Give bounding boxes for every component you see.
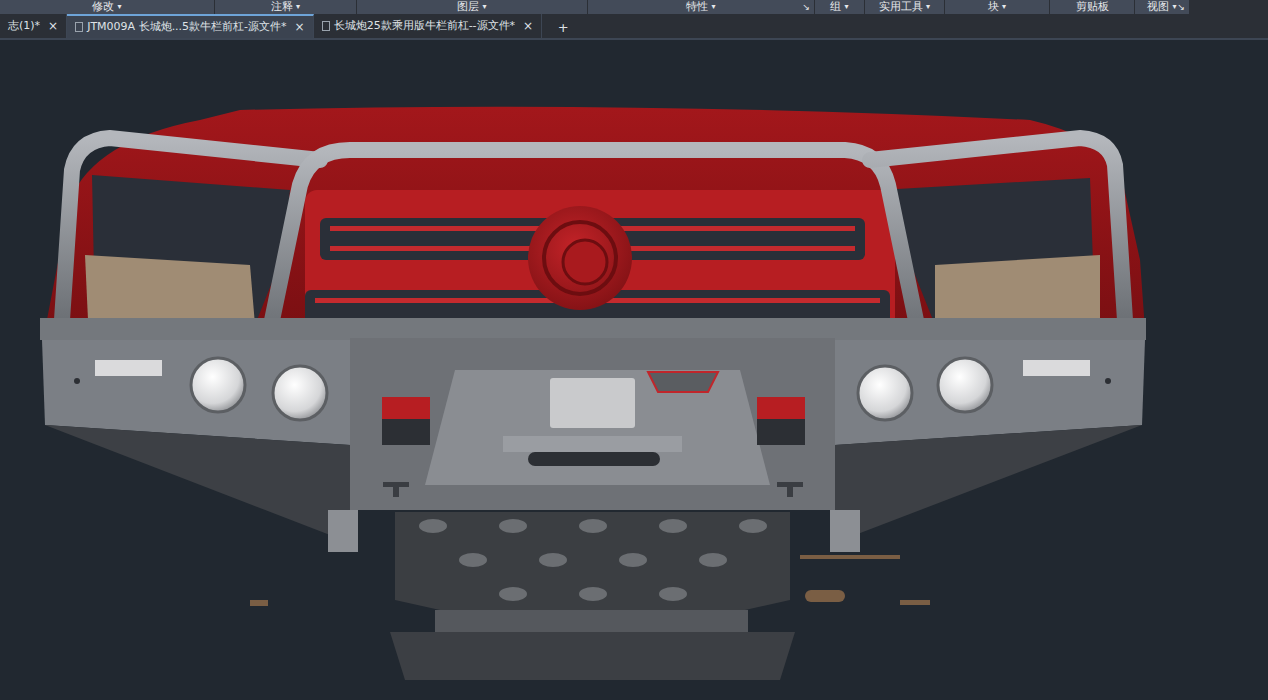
- panel-label[interactable]: 块: [988, 0, 999, 14]
- ribbon-panel[interactable]: 视图▾↘: [1135, 0, 1190, 14]
- ribbon-panel[interactable]: 实用工具▾: [865, 0, 945, 14]
- ribbon-panel[interactable]: 图层▾: [357, 0, 588, 14]
- skid-plate: [395, 512, 790, 610]
- license-plate: [550, 378, 635, 428]
- document-icon: [322, 21, 330, 31]
- new-tab-button[interactable]: +: [552, 18, 574, 38]
- dropdown-arrow-icon[interactable]: ▾: [482, 0, 486, 14]
- bull-bar: [62, 138, 1125, 330]
- panel-label[interactable]: 特性: [686, 0, 708, 14]
- tab-label[interactable]: 志(1)*: [8, 18, 40, 35]
- document-tab[interactable]: 志(1)* ×: [0, 14, 67, 38]
- panel-label[interactable]: 视图: [1147, 0, 1169, 14]
- dialog-launcher-icon[interactable]: ↘: [1177, 0, 1185, 14]
- panel-label[interactable]: 组: [830, 0, 841, 14]
- dropdown-arrow-icon[interactable]: ▾: [296, 0, 300, 14]
- winch-fairlead: [528, 452, 660, 466]
- dropdown-arrow-icon[interactable]: ▾: [926, 0, 930, 14]
- tab-label[interactable]: 长城炮25款乘用版牛栏前杠--源文件*: [334, 18, 515, 35]
- dropdown-arrow-icon[interactable]: ▾: [117, 0, 121, 14]
- close-icon[interactable]: ×: [48, 17, 58, 35]
- close-icon[interactable]: ×: [295, 18, 305, 36]
- ribbon-panel[interactable]: 块▾: [945, 0, 1050, 14]
- close-icon[interactable]: ×: [523, 17, 533, 35]
- viewport[interactable]: [0, 40, 1268, 700]
- ribbon-panel[interactable]: 特性▾ ↘: [588, 0, 815, 14]
- tab-bar: 志(1)*×JTM009A 长城炮...5款牛栏前杠-源文件*×长城炮25款乘用…: [0, 14, 1268, 40]
- ribbon-panel[interactable]: 修改▾: [0, 0, 215, 14]
- bumper-model[interactable]: [0, 40, 1268, 700]
- emblem-icon: [528, 206, 632, 310]
- dialog-launcher-icon[interactable]: ↘: [802, 0, 810, 14]
- panel-label[interactable]: 图层: [457, 0, 479, 14]
- lamp-icon: [191, 358, 992, 420]
- document-icon: [75, 22, 83, 32]
- document-tab[interactable]: 长城炮25款乘用版牛栏前杠--源文件* ×: [314, 14, 543, 38]
- ribbon-panel[interactable]: 注释▾: [215, 0, 357, 14]
- dropdown-arrow-icon[interactable]: ▾: [711, 0, 715, 14]
- ribbon-panel[interactable]: 剪贴板: [1050, 0, 1135, 14]
- panel-label[interactable]: 实用工具: [879, 0, 923, 14]
- panel-label[interactable]: 注释: [271, 0, 293, 14]
- tab-label[interactable]: JTM009A 长城炮...5款牛栏前杠-源文件*: [87, 19, 286, 36]
- ribbon-panel[interactable]: 组▾: [815, 0, 865, 14]
- panel-label[interactable]: 修改: [92, 0, 114, 14]
- dropdown-arrow-icon[interactable]: ▾: [1002, 0, 1006, 14]
- dropdown-arrow-icon[interactable]: ▾: [844, 0, 848, 14]
- document-tab[interactable]: JTM009A 长城炮...5款牛栏前杠-源文件* ×: [67, 14, 314, 38]
- dropdown-arrow-icon[interactable]: ▾: [1172, 0, 1176, 14]
- panel-label[interactable]: 剪贴板: [1076, 0, 1109, 14]
- ribbon: 修改▾注释▾图层▾特性▾↘组▾实用工具▾块▾剪贴板视图▾↘: [0, 0, 1268, 14]
